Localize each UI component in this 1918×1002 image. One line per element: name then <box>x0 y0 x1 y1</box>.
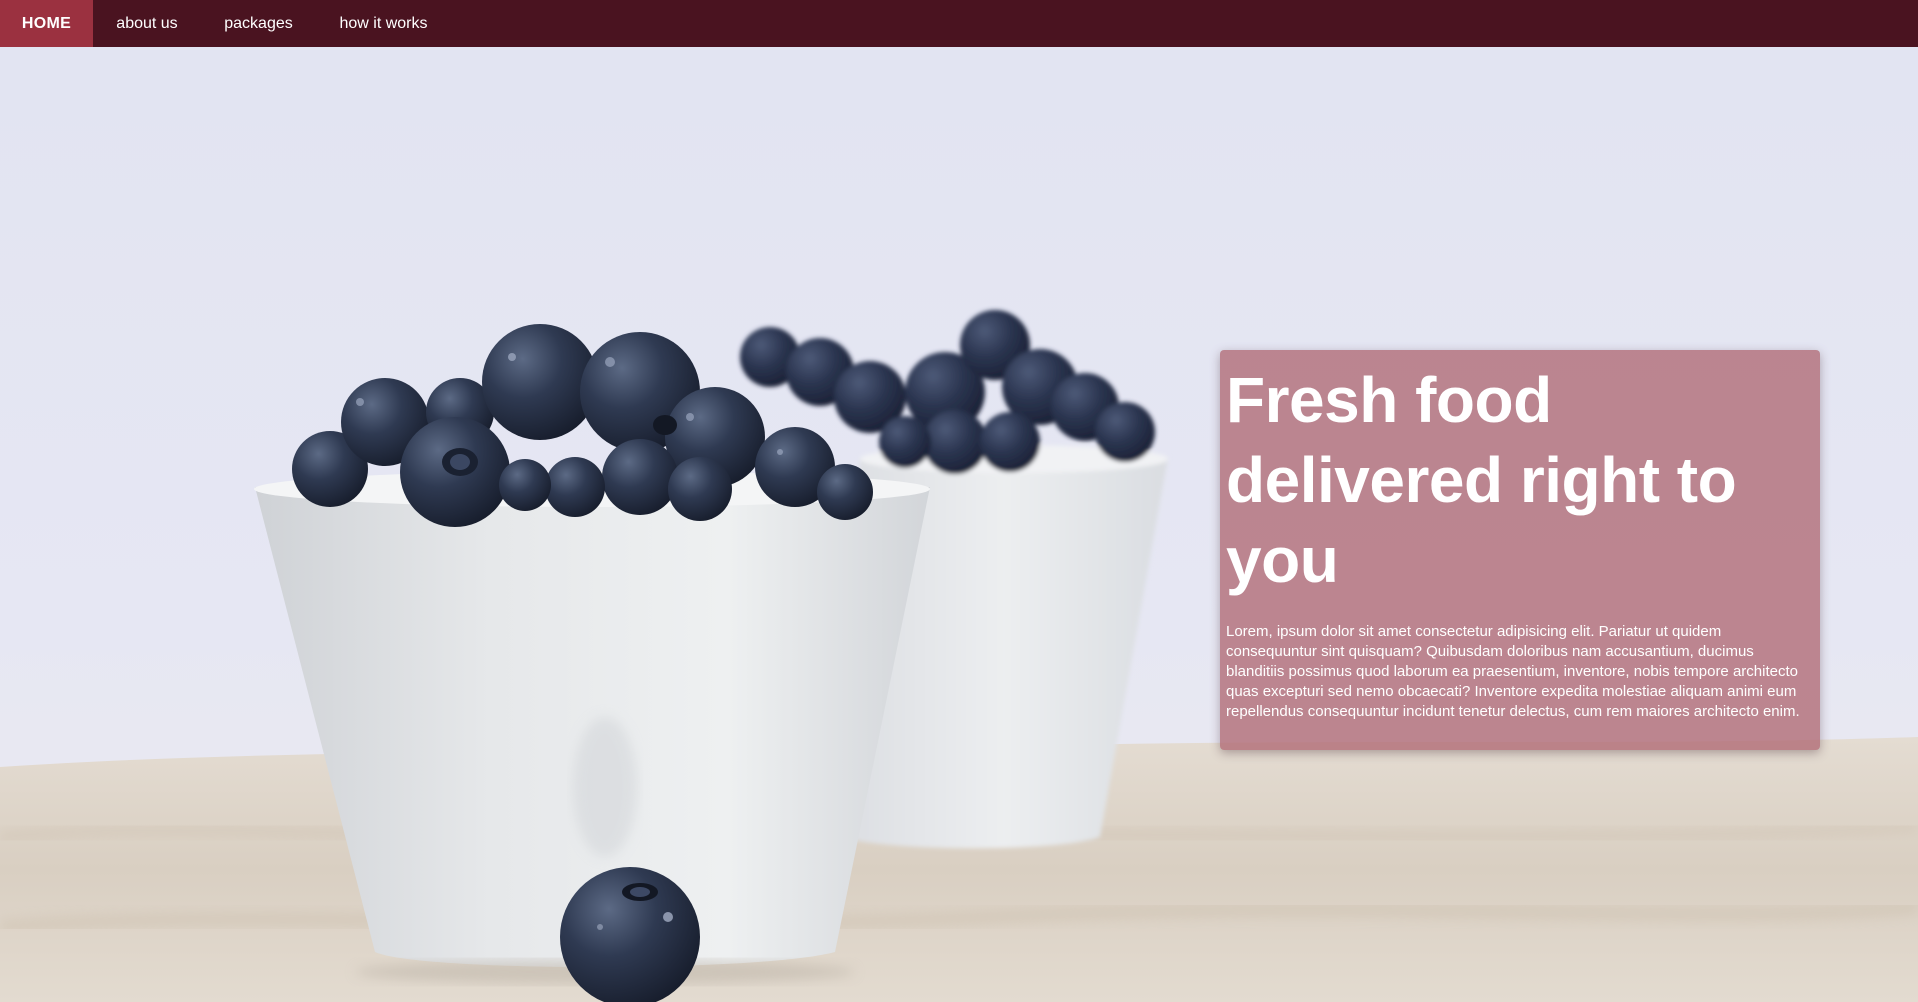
nav-home-link[interactable]: HOME <box>0 0 93 47</box>
hero-title: Fresh food delivered right to you <box>1226 364 1737 596</box>
hero-description: Lorem, ipsum dolor sit amet consectetur … <box>1226 623 1800 720</box>
nav-packages-link[interactable]: packages <box>201 0 316 47</box>
hero-card: Fresh food delivered right to you Lorem,… <box>1220 350 1820 750</box>
top-navbar: HOME about us packages how it works <box>0 0 1918 47</box>
nav-about-us-link[interactable]: about us <box>93 0 201 47</box>
nav-how-it-works-link[interactable]: how it works <box>316 0 451 47</box>
hero-section: Fresh food delivered right to you Lorem,… <box>0 47 1918 1002</box>
